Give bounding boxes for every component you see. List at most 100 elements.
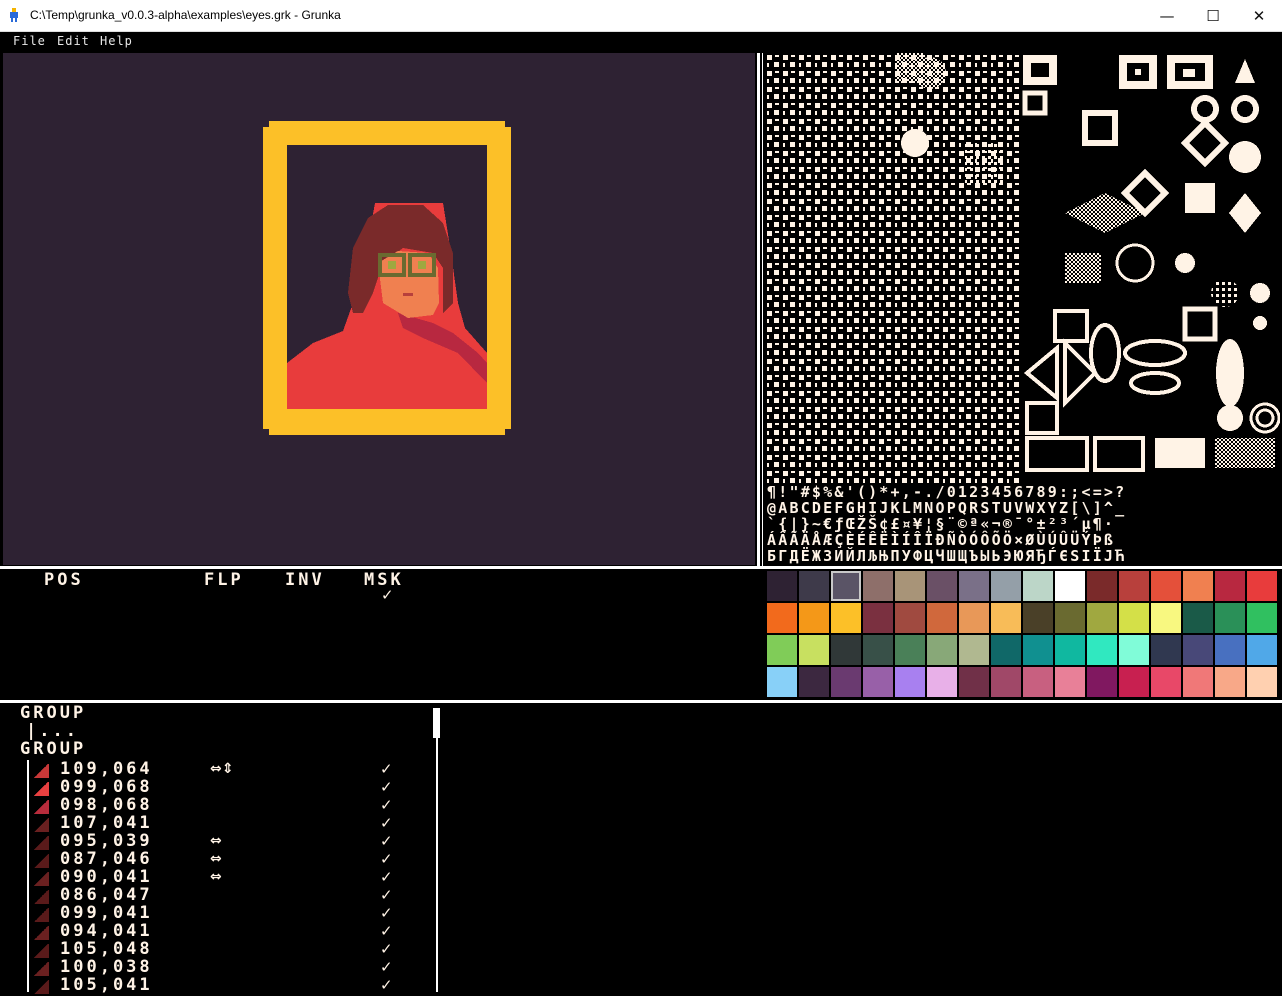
layer-flip-icon[interactable]: ⇔: [210, 833, 222, 849]
palette-swatch[interactable]: [894, 634, 926, 666]
palette-swatch[interactable]: [1246, 666, 1278, 698]
layer-row[interactable]: 105,041 ✓: [0, 975, 440, 996]
palette-swatch[interactable]: [830, 570, 862, 602]
palette-swatch[interactable]: [1150, 602, 1182, 634]
layer-group-1-child[interactable]: |...: [26, 721, 79, 741]
palette-swatch[interactable]: [1022, 634, 1054, 666]
palette-swatch[interactable]: [894, 602, 926, 634]
palette-swatch[interactable]: [926, 634, 958, 666]
palette-swatch[interactable]: [926, 602, 958, 634]
palette-swatch[interactable]: [1214, 602, 1246, 634]
palette-swatch[interactable]: [1118, 666, 1150, 698]
palette-swatch[interactable]: [1118, 602, 1150, 634]
layer-msk-check[interactable]: ✓: [380, 778, 393, 796]
palette-swatch[interactable]: [830, 666, 862, 698]
palette-swatch[interactable]: [766, 634, 798, 666]
palette-swatch[interactable]: [1182, 666, 1214, 698]
layer-flip-icon[interactable]: ⇔: [210, 869, 222, 885]
palette-swatch[interactable]: [1086, 602, 1118, 634]
layer-msk-check[interactable]: ✓: [380, 850, 393, 868]
palette-swatch[interactable]: [1022, 666, 1054, 698]
palette-swatch[interactable]: [1246, 634, 1278, 666]
layer-group-1[interactable]: GROUP: [20, 703, 86, 723]
scrollbar-track[interactable]: [436, 738, 438, 992]
msk-checkbox[interactable]: ✓: [381, 586, 394, 604]
palette-swatch[interactable]: [766, 570, 798, 602]
palette-swatch[interactable]: [1246, 570, 1278, 602]
palette-swatch[interactable]: [958, 570, 990, 602]
layer-msk-check[interactable]: ✓: [380, 832, 393, 850]
palette-swatch[interactable]: [766, 602, 798, 634]
palette-swatch[interactable]: [1246, 602, 1278, 634]
palette-swatch[interactable]: [958, 634, 990, 666]
palette-swatch[interactable]: [1150, 666, 1182, 698]
palette-swatch[interactable]: [1054, 666, 1086, 698]
palette-swatch[interactable]: [766, 666, 798, 698]
palette-swatch[interactable]: [830, 634, 862, 666]
palette-swatch[interactable]: [862, 570, 894, 602]
palette-swatch[interactable]: [1150, 634, 1182, 666]
palette-swatch[interactable]: [926, 666, 958, 698]
palette-swatch[interactable]: [958, 666, 990, 698]
palette-swatch[interactable]: [1214, 666, 1246, 698]
palette-swatch[interactable]: [990, 666, 1022, 698]
palette-swatch[interactable]: [1150, 570, 1182, 602]
layer-msk-check[interactable]: ✓: [380, 904, 393, 922]
palette-swatch[interactable]: [958, 602, 990, 634]
palette-swatch[interactable]: [798, 634, 830, 666]
layer-group-2[interactable]: GROUP: [20, 739, 86, 759]
palette-swatch[interactable]: [1022, 602, 1054, 634]
color-palette[interactable]: [766, 570, 1279, 698]
menu-help[interactable]: Help: [100, 34, 133, 48]
drawing-canvas[interactable]: [3, 53, 755, 565]
layer-msk-check[interactable]: ✓: [380, 814, 393, 832]
palette-swatch[interactable]: [1054, 570, 1086, 602]
layer-msk-check[interactable]: ✓: [380, 922, 393, 940]
close-button[interactable]: ✕: [1236, 0, 1282, 31]
minimize-button[interactable]: —: [1144, 0, 1190, 31]
scrollbar-thumb[interactable]: [433, 708, 440, 738]
palette-swatch[interactable]: [1086, 570, 1118, 602]
layer-msk-check[interactable]: ✓: [380, 886, 393, 904]
palette-swatch[interactable]: [990, 570, 1022, 602]
palette-swatch[interactable]: [798, 602, 830, 634]
palette-swatch[interactable]: [1054, 634, 1086, 666]
palette-swatch[interactable]: [990, 634, 1022, 666]
palette-swatch[interactable]: [1214, 634, 1246, 666]
palette-swatch[interactable]: [990, 602, 1022, 634]
layer-msk-check[interactable]: ✓: [380, 868, 393, 886]
layer-msk-check[interactable]: ✓: [380, 940, 393, 958]
horizontal-divider[interactable]: [0, 566, 1282, 569]
horizontal-divider-layers[interactable]: [0, 700, 1282, 703]
palette-swatch[interactable]: [894, 570, 926, 602]
layer-flip-icon[interactable]: ⇔: [210, 851, 222, 867]
palette-swatch[interactable]: [862, 634, 894, 666]
pane-divider[interactable]: [757, 53, 760, 567]
layer-msk-check[interactable]: ✓: [380, 976, 393, 994]
palette-swatch[interactable]: [798, 666, 830, 698]
glyph-sheet[interactable]: ¶!"#$%&'()*+,-./0123456789:;<=>? @ABCDEF…: [765, 53, 1281, 565]
palette-swatch[interactable]: [1182, 634, 1214, 666]
palette-swatch[interactable]: [798, 570, 830, 602]
layer-flip-icon[interactable]: ⇔⇕: [210, 761, 233, 777]
menu-file[interactable]: File: [13, 34, 46, 48]
palette-swatch[interactable]: [830, 602, 862, 634]
maximize-button[interactable]: ☐: [1190, 0, 1236, 31]
palette-swatch[interactable]: [894, 666, 926, 698]
palette-swatch[interactable]: [926, 570, 958, 602]
palette-swatch[interactable]: [862, 666, 894, 698]
palette-swatch[interactable]: [1086, 666, 1118, 698]
palette-swatch[interactable]: [1182, 602, 1214, 634]
palette-swatch[interactable]: [1054, 602, 1086, 634]
palette-swatch[interactable]: [1182, 570, 1214, 602]
palette-swatch[interactable]: [862, 602, 894, 634]
layer-msk-check[interactable]: ✓: [380, 760, 393, 778]
palette-swatch[interactable]: [1022, 570, 1054, 602]
palette-swatch[interactable]: [1086, 634, 1118, 666]
palette-swatch[interactable]: [1118, 570, 1150, 602]
menu-edit[interactable]: Edit: [57, 34, 90, 48]
layer-msk-check[interactable]: ✓: [380, 958, 393, 976]
palette-swatch[interactable]: [1214, 570, 1246, 602]
layer-msk-check[interactable]: ✓: [380, 796, 393, 814]
palette-swatch[interactable]: [1118, 634, 1150, 666]
